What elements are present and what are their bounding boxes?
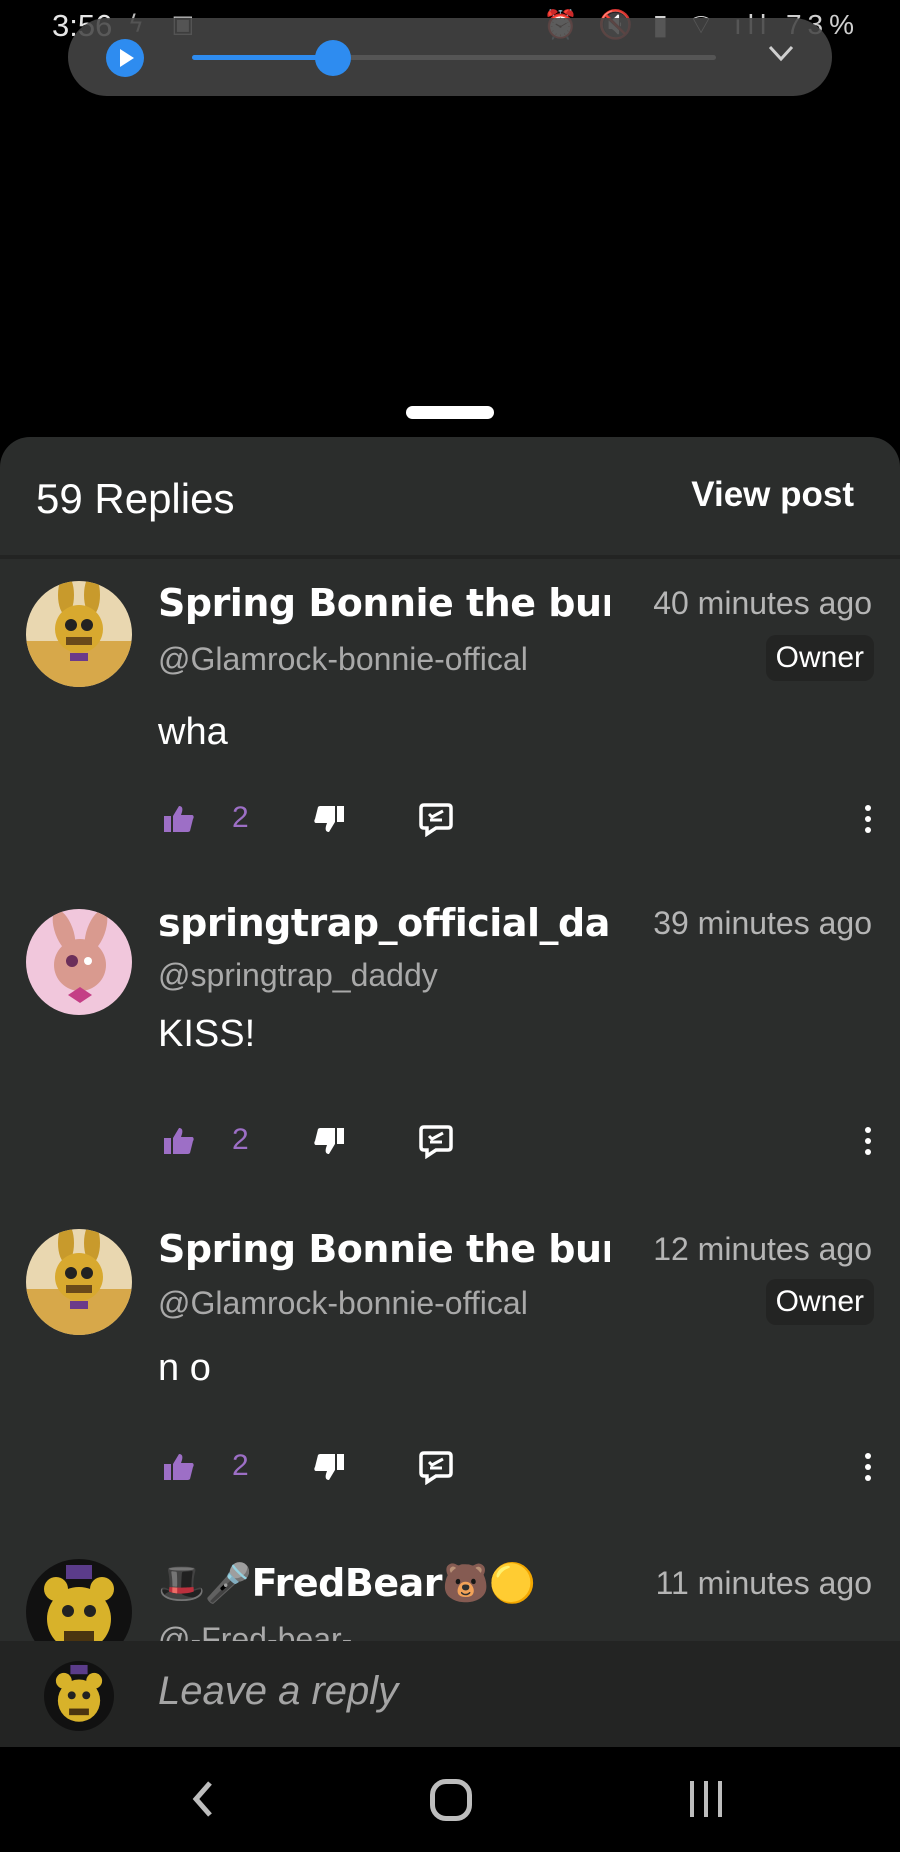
view-post-button[interactable]: View post	[691, 475, 854, 515]
comment-time: 12 minutes ago	[653, 1231, 872, 1267]
comment-time: 40 minutes ago	[653, 585, 872, 621]
avatar[interactable]	[26, 909, 132, 1015]
owner-badge: Owner	[765, 635, 874, 681]
fredbear-avatar-image	[44, 1661, 114, 1731]
reply-icon[interactable]	[418, 1449, 454, 1485]
seekbar-progress	[192, 55, 334, 60]
more-options-icon[interactable]	[858, 801, 878, 837]
spring-bonnie-avatar-image	[26, 581, 132, 687]
user-handle[interactable]: @Glamrock-bonnie-offical	[158, 641, 528, 678]
comment-item: Spring Bonnie the bunny 40 minutes ago @…	[0, 563, 900, 893]
play-icon	[120, 49, 134, 67]
username[interactable]: Spring Bonnie the bunny	[158, 1227, 610, 1271]
like-count: 2	[232, 801, 249, 834]
more-options-icon[interactable]	[858, 1449, 878, 1485]
recent-apps-icon[interactable]	[686, 1779, 726, 1819]
thumbs-up-icon[interactable]	[164, 805, 194, 833]
reply-bar: Leave a reply	[0, 1641, 900, 1747]
media-seekbar[interactable]	[192, 40, 716, 76]
sheet-header: 59 Replies View post	[0, 437, 900, 559]
like-count: 2	[232, 1449, 249, 1482]
comment-time: 39 minutes ago	[653, 905, 872, 941]
thumbs-down-icon[interactable]	[314, 1453, 344, 1481]
comment-item: 🎩🎤FredBear🐻🟡 11 minutes ago @-Fred-bear-	[0, 1543, 900, 1643]
back-icon[interactable]	[184, 1779, 224, 1819]
avatar[interactable]	[26, 581, 132, 687]
thumbs-up-icon[interactable]	[164, 1127, 194, 1155]
username[interactable]: springtrap_official_daddy	[158, 901, 610, 945]
system-nav-bar	[0, 1747, 900, 1852]
comment-time: 11 minutes ago	[655, 1565, 872, 1601]
reply-input[interactable]: Leave a reply	[158, 1669, 398, 1714]
thumbs-down-icon[interactable]	[314, 1127, 344, 1155]
thumbs-up-icon[interactable]	[164, 1453, 194, 1481]
comment-text: n o	[158, 1347, 211, 1389]
reply-icon[interactable]	[418, 801, 454, 837]
replies-sheet: 59 Replies View post Spring Bonnie the b…	[0, 437, 900, 1747]
comment-item: springtrap_official_daddy 39 minutes ago…	[0, 893, 900, 1215]
more-options-icon[interactable]	[858, 1123, 878, 1159]
media-player	[68, 18, 832, 96]
replies-count: 59 Replies	[36, 475, 235, 522]
avatar[interactable]	[26, 1229, 132, 1335]
comment-actions: 2	[158, 1121, 878, 1165]
reply-icon[interactable]	[418, 1123, 454, 1159]
play-button[interactable]	[106, 39, 144, 77]
home-icon[interactable]	[430, 1779, 472, 1821]
seekbar-thumb[interactable]	[315, 40, 352, 76]
comment-text: KISS!	[158, 1013, 256, 1055]
comment-text: wha	[158, 711, 228, 753]
user-handle[interactable]: @-Fred-bear-	[158, 1621, 352, 1643]
current-user-avatar[interactable]	[44, 1661, 114, 1731]
avatar[interactable]	[26, 1559, 132, 1643]
chevron-down-icon[interactable]	[764, 36, 798, 70]
springtrap-avatar-image	[26, 909, 132, 1015]
username[interactable]: Spring Bonnie the bunny	[158, 581, 610, 625]
user-handle[interactable]: @springtrap_daddy	[158, 957, 438, 994]
thumbs-down-icon[interactable]	[314, 805, 344, 833]
username[interactable]: 🎩🎤FredBear🐻🟡	[158, 1561, 610, 1606]
user-handle[interactable]: @Glamrock-bonnie-offical	[158, 1285, 528, 1322]
comment-actions: 2	[158, 1447, 878, 1491]
owner-badge: Owner	[765, 1279, 874, 1325]
comment-item: Spring Bonnie the bunny 12 minutes ago @…	[0, 1215, 900, 1543]
comment-list[interactable]: Spring Bonnie the bunny 40 minutes ago @…	[0, 563, 900, 1643]
comment-actions: 2	[158, 799, 878, 843]
like-count: 2	[232, 1123, 249, 1156]
fredbear-avatar-image	[26, 1559, 132, 1643]
spring-bonnie-avatar-image	[26, 1229, 132, 1335]
sheet-drag-handle[interactable]	[406, 406, 494, 419]
